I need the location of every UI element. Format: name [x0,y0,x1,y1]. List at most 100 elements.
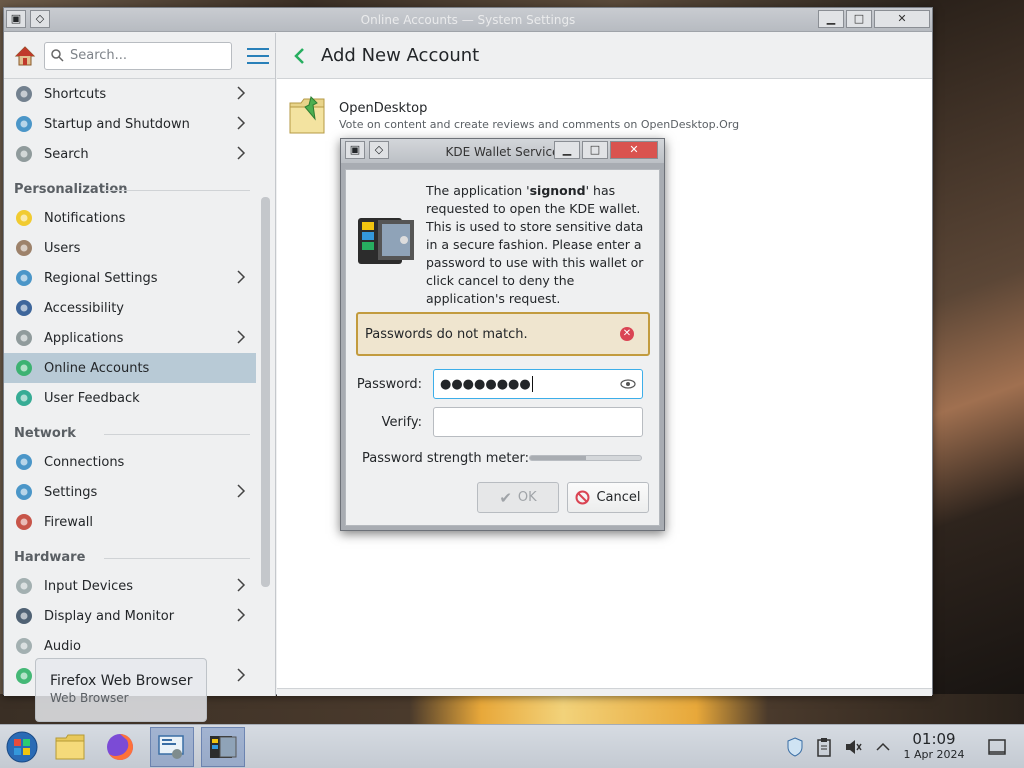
clock[interactable]: 01:09 1 Apr 2024 [896,730,972,761]
taskbar-kde-wallet[interactable] [201,727,245,767]
keyboard-icon [16,86,32,102]
sidebar-item-search[interactable]: Search [4,139,256,169]
clipboard-icon[interactable] [815,737,833,757]
dialog-body: The application 'signond' has requested … [345,169,660,526]
firewall-icon [16,514,32,530]
sidebar-item-label: Online Accounts [44,360,150,376]
chevron-right-icon [237,330,246,344]
hamburger-menu-icon[interactable] [246,46,270,66]
sidebar-item-label: Connections [44,454,125,470]
content-footer [277,688,932,696]
sidebar-item-shortcuts[interactable]: Shortcuts [4,79,256,109]
system-settings-icon [158,735,184,759]
verify-field[interactable] [433,407,643,437]
users-icon [16,240,32,256]
tooltip-title: Firefox Web Browser [50,673,193,689]
sidebar-item-label: Notifications [44,210,126,226]
sidebar-section-network: Network [4,413,256,447]
sidebar-item-label: Applications [44,330,124,346]
password-field[interactable]: ●●●●●●●● [433,369,643,399]
dialog-minimize-button[interactable]: ▁ [554,141,580,159]
dialog-close-button[interactable]: ✕ [610,141,658,159]
cancel-label: Cancel [596,490,641,505]
taskbar-firefox[interactable] [98,727,142,767]
mouse-icon [16,578,32,594]
minimize-button[interactable]: ▁ [818,10,844,28]
provider-opendesktop[interactable]: OpenDesktop Vote on content and create r… [287,93,739,137]
sidebar-item-input-devices[interactable]: Input Devices [4,571,256,601]
cancel-button[interactable]: Cancel [567,482,649,513]
start-menu-button[interactable] [0,727,44,767]
sidebar-item-applications[interactable]: Applications [4,323,256,353]
search-input[interactable]: Search... [44,41,232,70]
sidebar-item-firewall[interactable]: Firewall [4,507,256,537]
sidebar-item-label: Audio [44,638,81,654]
sidebar-item-startup-and-shutdown[interactable]: Startup and Shutdown [4,109,256,139]
dialog-maximize-button[interactable]: □ [582,141,608,159]
sidebar-item-settings[interactable]: Settings [4,477,256,507]
back-arrow-icon[interactable] [293,47,305,65]
chevron-right-icon [237,578,246,592]
sidebar-item-audio[interactable]: Audio [4,631,256,661]
provider-description: Vote on content and create reviews and c… [339,118,740,131]
error-close-icon[interactable]: ✕ [620,327,634,341]
start-orb-icon [6,731,38,763]
ok-button[interactable]: ✔ OK [477,482,559,513]
app-name: signond [529,183,586,198]
sidebar-scrollbar[interactable] [261,197,270,587]
home-icon[interactable] [14,45,36,67]
window-title: Online Accounts — System Settings [360,13,576,27]
folder-download-icon [289,96,325,134]
sidebar-item-users[interactable]: Users [4,233,256,263]
strength-meter-label: Password strength meter: [362,451,529,466]
kde-wallet-dialog: ▣ ◇ KDE Wallet Service ▁ □ ✕ The applica… [340,138,665,531]
bell-icon [16,210,32,226]
sidebar-item-label: Accessibility [44,300,124,316]
clock-time: 01:09 [912,730,956,748]
sidebar-item-notifications[interactable]: Notifications [4,203,256,233]
provider-name: OpenDesktop [339,101,428,116]
close-button[interactable]: ✕ [874,10,930,28]
chevron-right-icon [237,116,246,130]
taskbar-tooltip: Firefox Web Browser Web Browser [35,658,207,722]
page-title: Add New Account [321,45,480,66]
taskbar-system-settings[interactable] [150,727,194,767]
sidebar-item-online-accounts[interactable]: Online Accounts [4,353,256,383]
startup-icon [16,116,32,132]
dialog-titlebar[interactable]: ▣ ◇ KDE Wallet Service ▁ □ ✕ [341,139,664,163]
sidebar-item-accessibility[interactable]: Accessibility [4,293,256,323]
maximize-button[interactable]: □ [846,10,872,28]
show-desktop-icon[interactable] [988,737,1006,757]
update-notifier-icon[interactable] [786,737,804,757]
sidebar-item-regional-settings[interactable]: Regional Settings [4,263,256,293]
sidebar-item-label: Firewall [44,514,94,530]
sidebar-section-hardware: Hardware [4,537,256,571]
sidebar-item-label: User Feedback [44,390,140,406]
accessibility-icon [16,300,32,316]
search-icon [16,146,32,162]
error-text: Passwords do not match. [365,326,528,342]
sidebar-item-user-feedback[interactable]: User Feedback [4,383,256,413]
wallet-icon [358,218,414,264]
chevron-up-icon[interactable] [874,737,892,757]
sidebar-item-display-and-monitor[interactable]: Display and Monitor [4,601,256,631]
password-label: Password: [356,377,422,392]
show-password-icon[interactable] [620,378,636,390]
wallpaper-right [930,0,1024,724]
volume-muted-icon[interactable] [844,737,862,757]
chevron-right-icon [237,270,246,284]
sidebar-item-label: Settings [44,484,98,500]
sidebar-item-connections[interactable]: Connections [4,447,256,477]
sidebar-section-personalization: Personalization [4,169,256,203]
globe-icon [16,270,32,286]
window-titlebar[interactable]: ▣ ◇ Online Accounts — System Settings ▁ … [4,8,932,32]
check-icon: ✔ [499,488,512,507]
clock-date: 1 Apr 2024 [903,748,965,761]
audio-icon [16,638,32,654]
sidebar: Search... Shortcuts Startup and Shutdown S… [4,33,276,696]
search-placeholder: Search... [70,48,128,63]
strength-meter-fill [530,456,586,460]
sidebar-item-label: Input Devices [44,578,134,594]
folder-icon [55,734,85,760]
taskbar-file-manager[interactable] [48,727,92,767]
